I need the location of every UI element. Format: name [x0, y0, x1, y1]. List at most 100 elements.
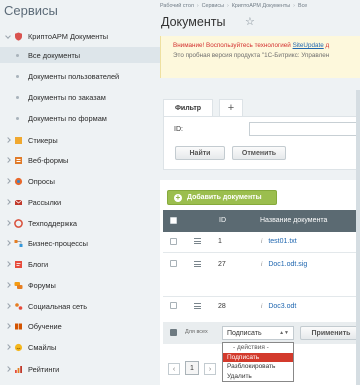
- sidebar-item-webforms[interactable]: Веб-формы: [0, 152, 160, 168]
- sidebar-item-order-docs[interactable]: Документы по заказам: [0, 89, 160, 105]
- apply-button[interactable]: Применить: [300, 326, 360, 340]
- breadcrumb-item[interactable]: Сервисы: [202, 3, 224, 9]
- sidebar-item-bizproc[interactable]: Бизнес-процессы: [0, 235, 160, 251]
- file-icon: i: [261, 261, 263, 268]
- dropdown-option-selected[interactable]: Подписать: [223, 352, 293, 362]
- chevron-right-icon: [5, 178, 11, 184]
- dropdown-option[interactable]: Разблокировать: [223, 362, 293, 372]
- sidebar-item-smiles[interactable]: Смайлы: [0, 339, 160, 355]
- sidebar-item-label: КриптоАРМ Документы: [28, 31, 109, 41]
- blog-icon: [14, 260, 23, 269]
- page-title: Документы: [161, 15, 226, 29]
- breadcrumb-separator: ›: [293, 2, 295, 9]
- sidebar-item-ratings[interactable]: Рейтинги: [0, 361, 160, 377]
- select-all-checkbox[interactable]: [170, 217, 177, 224]
- sidebar-title: Сервисы: [4, 3, 58, 18]
- cell-id: 28: [218, 303, 226, 310]
- sidebar-item-label: Рассылки: [28, 197, 62, 207]
- id-field-label: ID:: [174, 126, 183, 133]
- notice-warning: Внимание! Воспользуйтесь технологией: [173, 42, 293, 49]
- pager-current-page[interactable]: 1: [185, 361, 199, 375]
- breadcrumb-item[interactable]: Рабочий стол: [160, 3, 194, 9]
- row-divider: [163, 296, 360, 297]
- tab-filter[interactable]: Фильтр: [163, 99, 213, 117]
- sidebar-item-label: Смайлы: [28, 342, 57, 352]
- bullet-icon: [16, 53, 19, 57]
- bullet-icon: [16, 116, 19, 120]
- siteupdate-link[interactable]: SiteUpdate: [293, 42, 324, 49]
- chevron-right-icon: [5, 344, 11, 350]
- row-menu-icon[interactable]: [194, 238, 201, 246]
- document-link[interactable]: Doc1.odt.sig: [268, 261, 307, 268]
- chevron-right-icon: [5, 157, 11, 163]
- file-icon: i: [261, 238, 263, 245]
- row-checkbox[interactable]: [170, 302, 177, 309]
- sidebar-item-form-docs[interactable]: Документы по формам: [0, 110, 160, 126]
- chevron-right-icon: [5, 137, 11, 143]
- forum-icon: [14, 281, 23, 290]
- for-all-label: Для всех: [185, 329, 208, 335]
- chevron-right-icon: [5, 366, 11, 372]
- pager-prev-button[interactable]: ‹: [168, 363, 180, 375]
- sidebar: Сервисы КриптоАРМ Документы Все документ…: [0, 0, 160, 385]
- breadcrumb-item[interactable]: КриптоАРМ Документы: [232, 3, 290, 9]
- form-icon: [14, 156, 23, 165]
- mail-icon: [14, 198, 23, 207]
- trial-notice: Внимание! Воспользуйтесь технологией Sit…: [160, 36, 360, 78]
- process-icon: [14, 239, 23, 248]
- sidebar-item-social[interactable]: Социальная сеть: [0, 298, 160, 314]
- chevron-right-icon: [5, 323, 11, 329]
- sidebar-item-label: Все документы: [28, 50, 81, 60]
- document-link[interactable]: Doc3.odt: [268, 303, 296, 310]
- social-icon: [14, 302, 23, 311]
- cell-document-name[interactable]: i Doc1.odt.sig: [261, 261, 307, 268]
- sidebar-item-label: Социальная сеть: [28, 301, 88, 311]
- dropdown-option[interactable]: - действия -: [223, 343, 293, 353]
- sidebar-item-learning[interactable]: Обучение: [0, 318, 160, 334]
- row-checkbox[interactable]: [170, 238, 177, 245]
- sidebar-item-all-docs[interactable]: Все документы: [0, 47, 160, 63]
- cell-document-name[interactable]: i test01.txt: [261, 238, 297, 245]
- sidebar-item-label: Обучение: [28, 321, 62, 331]
- rating-icon: [14, 365, 23, 374]
- row-menu-icon[interactable]: [194, 261, 201, 269]
- action-select[interactable]: Подписать ▲▼: [222, 326, 294, 340]
- sidebar-item-cryptoarm[interactable]: КриптоАРМ Документы: [0, 28, 160, 44]
- action-dropdown: - действия - Подписать Разблокировать Уд…: [222, 342, 294, 382]
- bullet-icon: [16, 74, 19, 78]
- dropdown-option[interactable]: Удалить: [223, 372, 293, 382]
- notice-line1: Внимание! Воспользуйтесь технологией Sit…: [173, 42, 360, 49]
- cell-id: 27: [218, 261, 226, 268]
- sidebar-item-stickers[interactable]: Стикеры: [0, 132, 160, 148]
- pager-next-button[interactable]: ›: [204, 363, 216, 375]
- column-name[interactable]: Название документа: [260, 217, 327, 224]
- chevron-right-icon: [5, 240, 11, 246]
- add-filter-button[interactable]: +: [219, 99, 243, 117]
- breadcrumb-item[interactable]: Все: [298, 3, 307, 9]
- row-menu-icon[interactable]: [194, 303, 201, 311]
- chevron-right-icon: [5, 303, 11, 309]
- sidebar-item-user-docs[interactable]: Документы пользователей: [0, 68, 160, 84]
- chevron-right-icon: [5, 199, 11, 205]
- notice-line2: Это пробная версия продукта "1С-Битрикс:…: [173, 52, 330, 59]
- column-id[interactable]: ID: [219, 217, 226, 224]
- grid-header: ID Название документа: [163, 210, 360, 232]
- sidebar-item-polls[interactable]: Опросы: [0, 173, 160, 189]
- add-documents-label: Добавить документы: [187, 194, 262, 201]
- cell-document-name[interactable]: i Doc3.odt: [261, 303, 296, 310]
- sidebar-item-label: Техподдержка: [28, 218, 77, 228]
- for-all-checkbox[interactable]: [170, 329, 177, 336]
- sidebar-item-mailings[interactable]: Рассылки: [0, 194, 160, 210]
- cancel-button[interactable]: Отменить: [232, 146, 286, 160]
- sidebar-item-blogs[interactable]: Блоги: [0, 256, 160, 272]
- id-filter-input[interactable]: [249, 122, 360, 136]
- add-documents-button[interactable]: + Добавить документы: [167, 190, 277, 205]
- star-icon[interactable]: ☆: [245, 17, 255, 28]
- sidebar-item-forums[interactable]: Форумы: [0, 277, 160, 293]
- sidebar-item-support[interactable]: Техподдержка: [0, 215, 160, 231]
- chevron-right-icon: [5, 282, 11, 288]
- find-button[interactable]: Найти: [175, 146, 225, 160]
- document-link[interactable]: test01.txt: [268, 238, 296, 245]
- row-checkbox[interactable]: [170, 260, 177, 267]
- learning-icon: [14, 322, 23, 331]
